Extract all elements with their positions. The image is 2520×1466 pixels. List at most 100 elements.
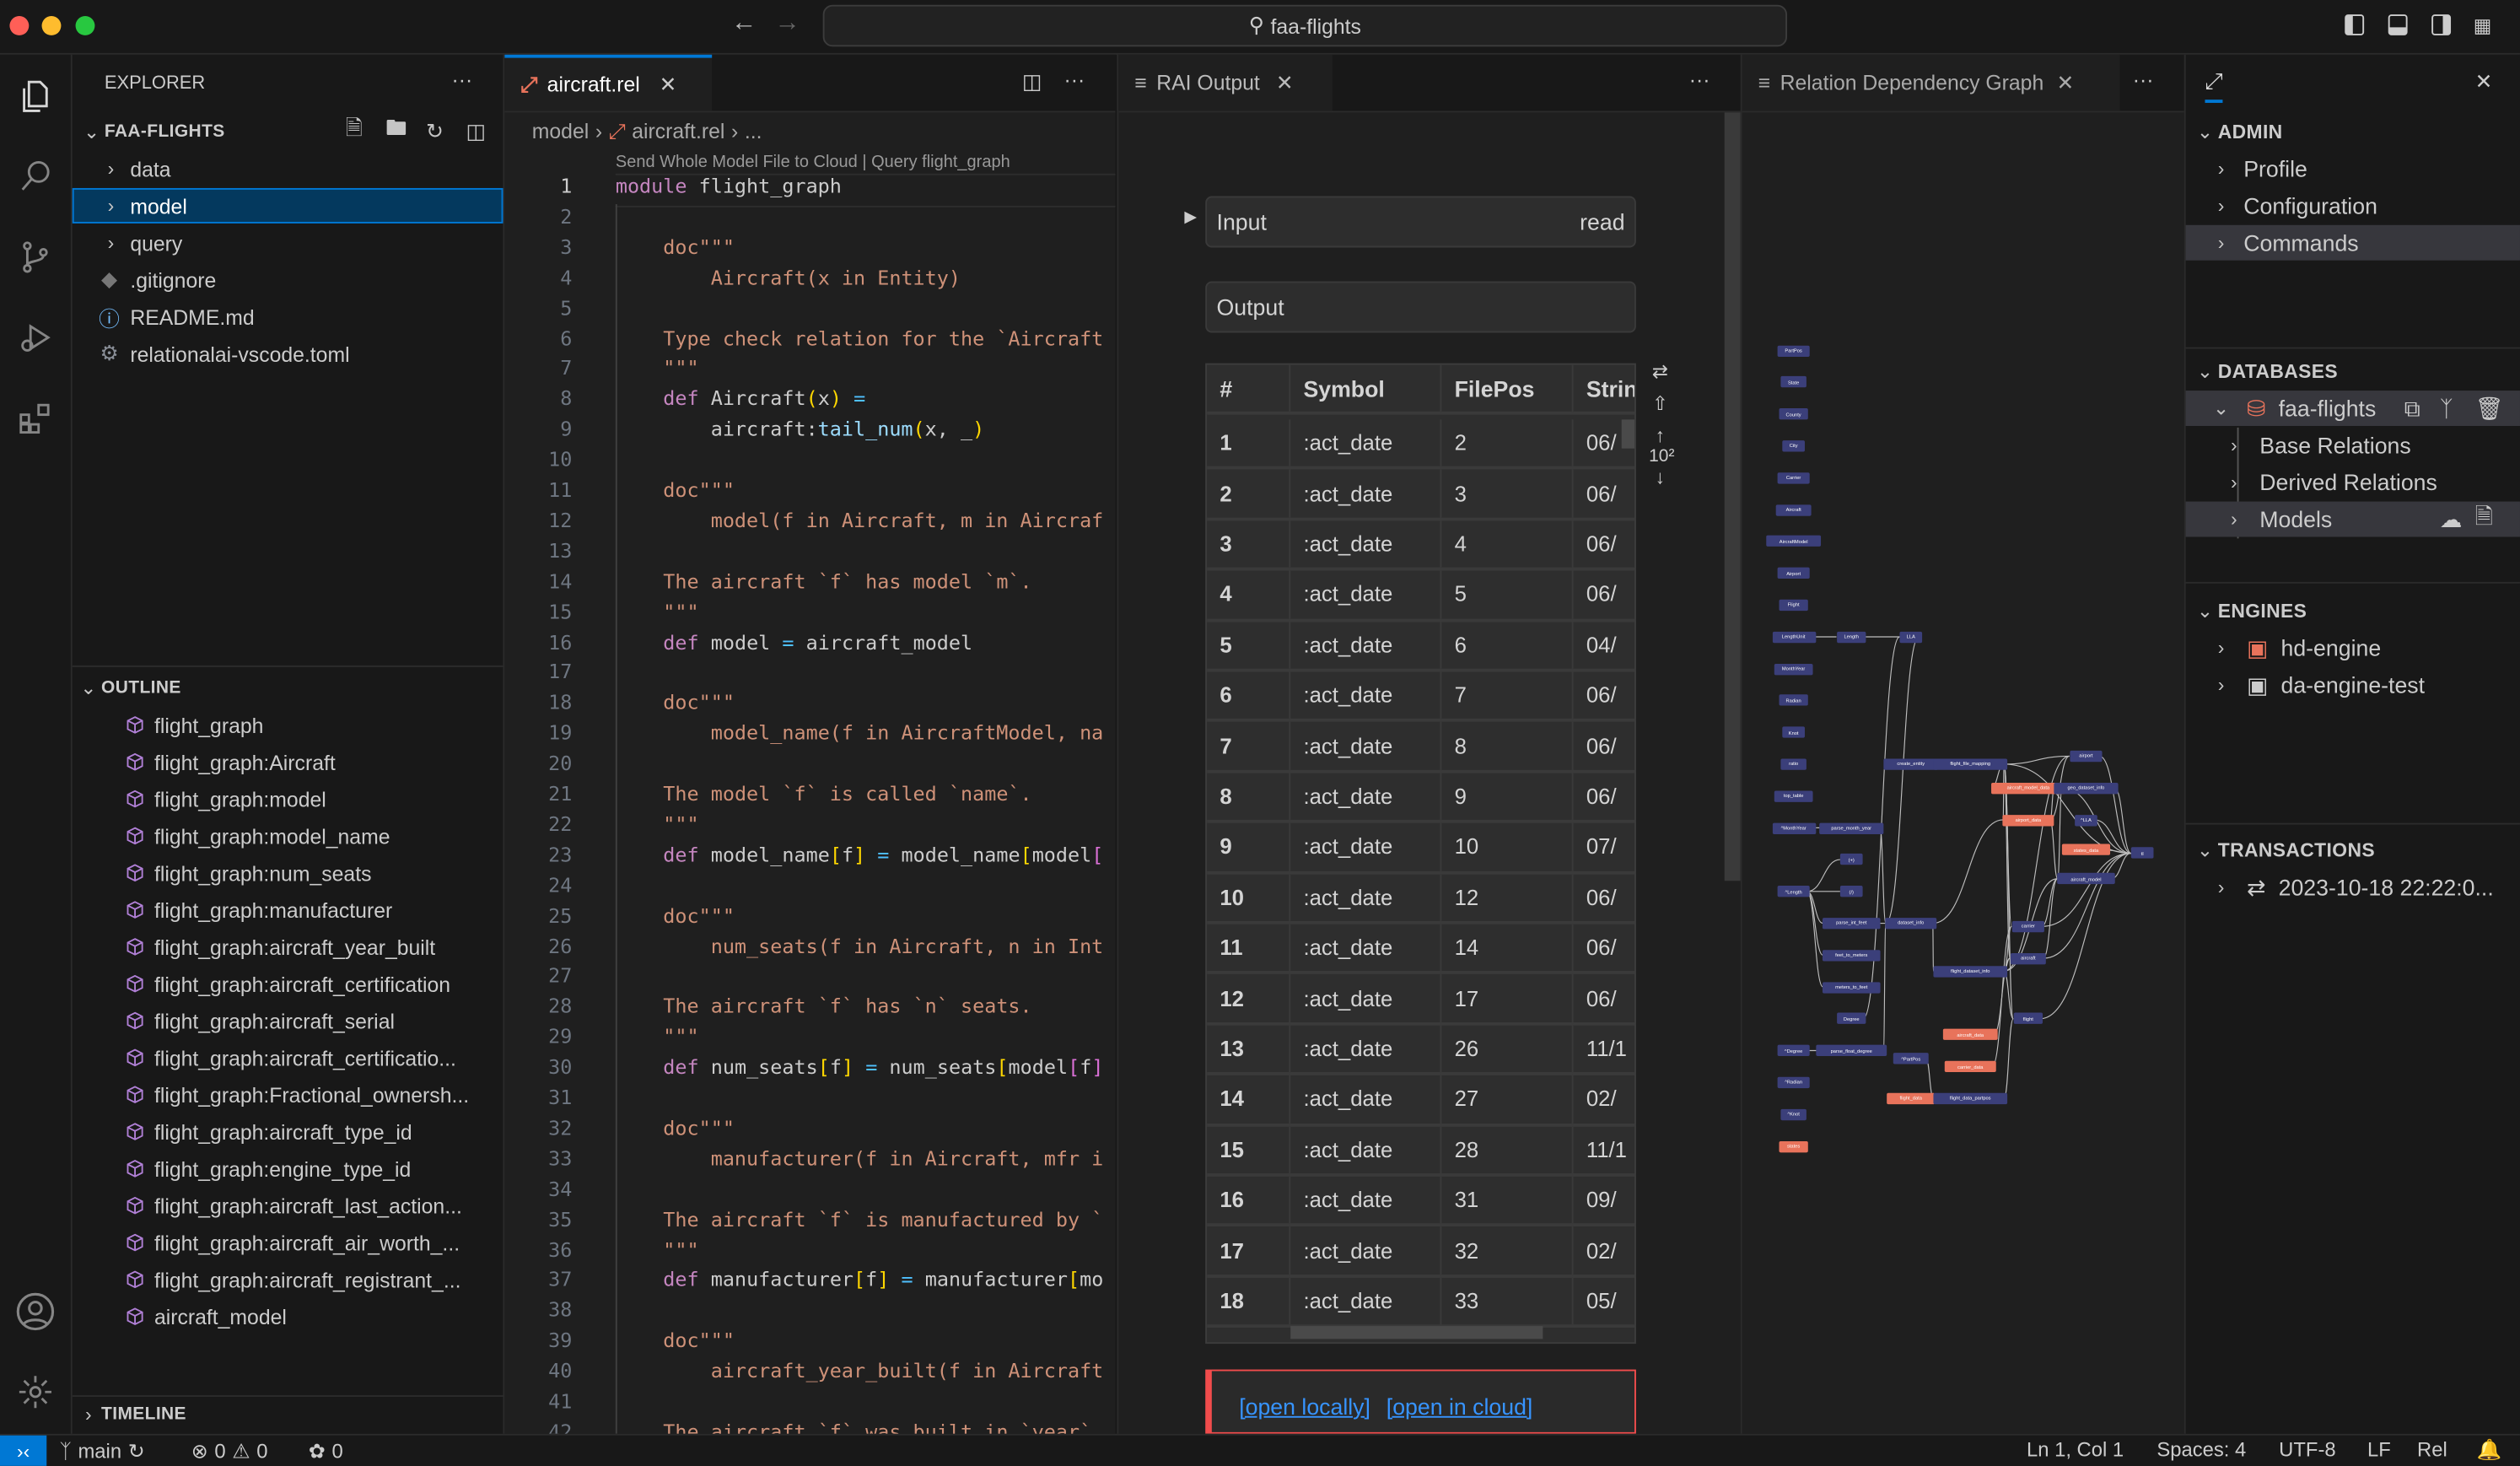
graph-node[interactable]: flight_data	[1887, 1092, 1935, 1104]
outline-item[interactable]: flight_graph:manufacturer	[73, 892, 503, 928]
tab-aircraft-rel[interactable]: ⤢ aircraft.rel ✕	[504, 54, 713, 111]
export-share-icon[interactable]: ⇧	[1649, 392, 1672, 415]
outline-item[interactable]: flight_graph:engine_type_id	[73, 1151, 503, 1186]
table-row[interactable]: 2:act_date 3 06/	[1207, 470, 1634, 520]
graph-node[interactable]: Carrier	[1776, 472, 1811, 483]
code-line[interactable]: 16 def model = aircraft_model	[504, 631, 1115, 661]
database-child-models[interactable]: › Models ☁ 🗎	[2185, 501, 2520, 537]
graph-node[interactable]: ^PartPos	[1893, 1053, 1930, 1064]
copy-database-icon[interactable]: ⧉	[2404, 395, 2420, 422]
code-line[interactable]: 40 aircraft_year_built(f in Aircraft	[504, 1360, 1115, 1390]
forward-arrow-icon[interactable]: →	[774, 9, 800, 38]
page-up-arrow-icon[interactable]: ↑	[1649, 424, 1672, 447]
table-row[interactable]: 14:act_date 27 02/	[1207, 1075, 1634, 1127]
delete-trash-icon[interactable]: 🗑	[2475, 395, 2504, 422]
more-actions-icon[interactable]: ···	[451, 67, 472, 92]
table-row[interactable]: 7:act_date 8 06/	[1207, 722, 1634, 773]
graph-node[interactable]: states_data	[2062, 844, 2110, 856]
table-row[interactable]: 9:act_date 10 07/	[1207, 823, 1634, 874]
table-row[interactable]: 15:act_date 28 11/1	[1207, 1126, 1634, 1177]
graph-node[interactable]: ^Length	[1776, 886, 1811, 897]
graph-node[interactable]: parse_int_feet	[1823, 917, 1880, 930]
manage-gear-icon[interactable]	[9, 1366, 61, 1418]
page-down-arrow-icon[interactable]: ↓	[1649, 466, 1672, 489]
outline-item[interactable]: flight_graph:aircraft_year_built	[73, 929, 503, 964]
code-line[interactable]: 32 doc"""	[504, 1117, 1115, 1147]
code-line[interactable]: 29 """	[504, 1026, 1115, 1056]
table-row[interactable]: 16:act_date 31 09/	[1207, 1176, 1634, 1227]
graph-node[interactable]: LLA	[1899, 631, 1923, 643]
engines-section-header[interactable]: ⌄ ENGINES	[2186, 593, 2520, 628]
code-line[interactable]: 35 The aircraft `f` is manufactured by `	[504, 1208, 1115, 1238]
graph-node[interactable]: flight_dataset_info	[1933, 965, 2007, 977]
code-line[interactable]: 26 num_seats(f in Aircraft, n in Int	[504, 935, 1115, 965]
graph-node[interactable]: Length	[1836, 631, 1866, 643]
table-row[interactable]: 4:act_date 5 06/	[1207, 570, 1634, 622]
graph-node[interactable]: top_table	[1773, 790, 1814, 802]
close-tab-icon[interactable]: ✕	[1276, 70, 1294, 95]
table-row[interactable]: 10:act_date 12 06/	[1207, 873, 1634, 924]
breadcrumb-item[interactable]: aircraft.rel	[632, 119, 724, 144]
problems-indicator[interactable]: ⊗ 0 ⚠ 0	[191, 1439, 268, 1463]
outline-item[interactable]: flight_graph:aircraft_certificatio...	[73, 1040, 503, 1075]
admin-item-configuration[interactable]: › Configuration	[2186, 188, 2520, 224]
code-line[interactable]: 3 doc"""	[504, 236, 1115, 267]
line-ending[interactable]: LF	[2367, 1439, 2391, 1462]
code-line[interactable]: 15 """	[504, 601, 1115, 631]
close-window-button[interactable]	[9, 16, 30, 35]
more-actions-icon[interactable]: ···	[1064, 67, 1085, 92]
folder-item[interactable]: › data	[73, 151, 503, 186]
graph-node[interactable]: airport_data	[2003, 814, 2054, 826]
graph-node[interactable]: ^Knot	[1780, 1108, 1807, 1120]
search-icon[interactable]	[9, 151, 61, 202]
collapse-all-icon[interactable]: ◫	[466, 119, 486, 144]
code-line[interactable]: 30 def num_seats[f] = num_seats[model[f]	[504, 1056, 1115, 1086]
databases-section-header[interactable]: ⌄ DATABASES	[2186, 353, 2520, 389]
graph-node[interactable]: Aircraft	[1774, 504, 1812, 515]
graph-node[interactable]: aircraft	[2010, 952, 2047, 964]
code-line[interactable]: 21 The model `f` is called `name`.	[504, 783, 1115, 813]
graph-node[interactable]: create_entity	[1884, 758, 1938, 770]
page-size[interactable]: 10²	[1649, 447, 1674, 466]
table-row[interactable]: 11:act_date 14 06/	[1207, 924, 1634, 975]
graph-node[interactable]: parse_float_degree	[1816, 1044, 1887, 1057]
graph-node[interactable]: carrier_data	[1945, 1060, 1995, 1073]
code-line[interactable]: 20	[504, 752, 1115, 783]
transaction-item[interactable]: › ⇄ 2023-10-18 22:22:0...	[2186, 870, 2520, 905]
table-row[interactable]: 6:act_date 7 06/	[1207, 671, 1634, 723]
timeline-section-header[interactable]: › TIMELINE	[73, 1397, 503, 1432]
graph-node[interactable]: states	[1778, 1140, 1809, 1152]
codelens[interactable]: Send Whole Model File to Cloud | Query f…	[616, 153, 1010, 172]
code-line[interactable]: 28 The aircraft `f` has `n` seats.	[504, 995, 1115, 1026]
split-editor-icon[interactable]: ◫	[1022, 69, 1042, 94]
horizontal-scrollbar[interactable]	[1290, 1326, 1543, 1339]
clone-branch-icon[interactable]: ᛉ	[2440, 396, 2453, 421]
code-line[interactable]: 10	[504, 449, 1115, 479]
outline-item[interactable]: flight_graph	[73, 707, 503, 742]
outline-section-header[interactable]: ⌄ OUTLINE	[73, 671, 503, 706]
graph-node[interactable]: State	[1780, 376, 1807, 388]
table-row[interactable]: 12:act_date 17 06/	[1207, 974, 1634, 1026]
code-line[interactable]: 6 Type check relation for the `Aircraft	[504, 327, 1115, 358]
open-in-cloud-link[interactable]: [open in cloud]	[1387, 1393, 1533, 1419]
table-row[interactable]: 17:act_date 32 02/	[1207, 1226, 1634, 1278]
run-debug-icon[interactable]	[9, 312, 61, 364]
code-line[interactable]: 2	[504, 206, 1115, 236]
language-mode[interactable]: Rel	[2417, 1439, 2447, 1462]
graph-node[interactable]: Flight	[1778, 599, 1809, 611]
graph-node[interactable]: (/)	[1839, 886, 1863, 897]
graph-node[interactable]: ^LLA	[2074, 814, 2098, 826]
extensions-icon[interactable]	[9, 392, 61, 444]
graph-node[interactable]: aircraft_data	[1943, 1028, 1997, 1041]
new-file-icon[interactable]: 🗎	[346, 114, 363, 149]
table-row[interactable]: 5:act_date 6 04/	[1207, 621, 1634, 672]
folder-item[interactable]: › model	[72, 187, 503, 224]
outline-item[interactable]: flight_graph:aircraft_type_id	[73, 1114, 503, 1150]
admin-section-header[interactable]: ⌄ ADMIN	[2186, 114, 2520, 149]
toggle-primary-sidebar-icon[interactable]	[2345, 14, 2365, 35]
more-actions-icon[interactable]: ···	[2133, 67, 2154, 92]
indentation[interactable]: Spaces: 4	[2157, 1439, 2246, 1462]
input-section[interactable]: Input read	[1205, 196, 1636, 248]
breadcrumb-item[interactable]: model	[532, 119, 589, 144]
expand-triangle-icon[interactable]: ▶	[1184, 209, 1197, 227]
